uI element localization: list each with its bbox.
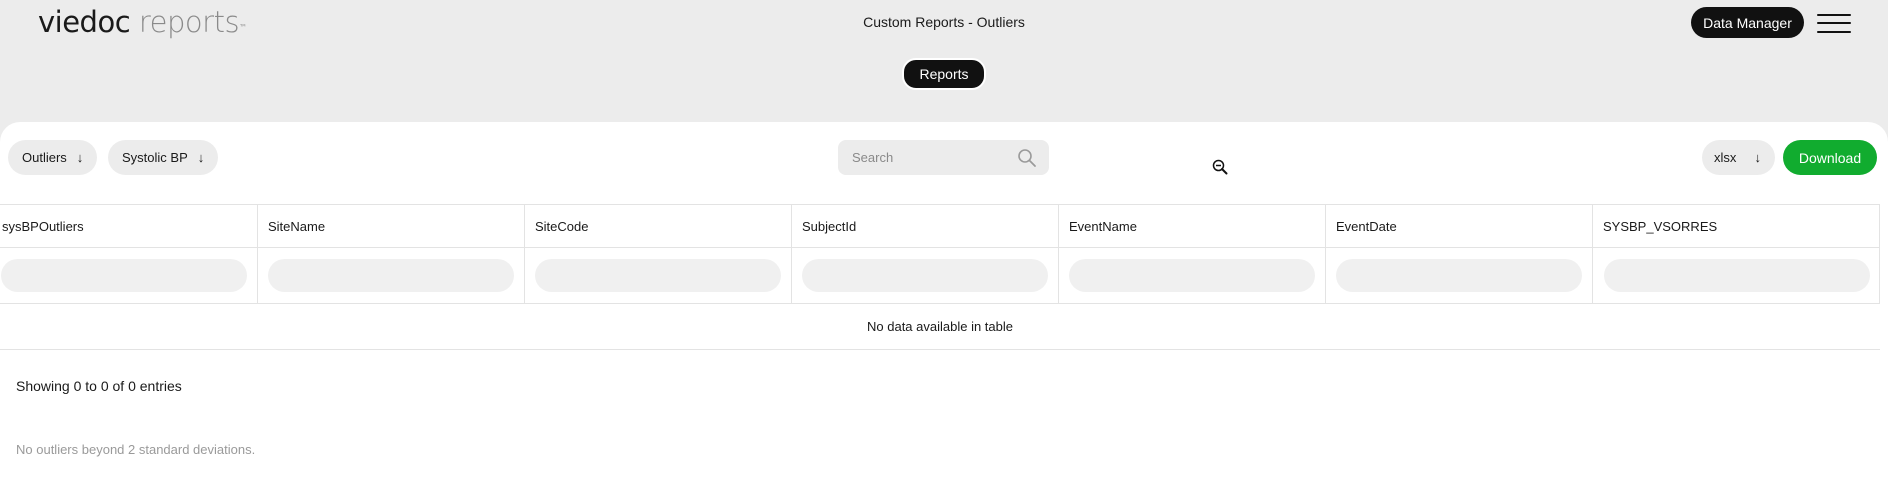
subjectid-filter-input[interactable] <box>802 259 1048 292</box>
search-box <box>838 140 1049 175</box>
search-icon[interactable] <box>1017 148 1037 168</box>
column-filter-row <box>0 248 1880 304</box>
zoom-out-cursor-icon <box>1212 159 1228 175</box>
hamburger-menu-icon[interactable] <box>1817 12 1851 34</box>
outliers-filter-dropdown[interactable]: Outliers ↓ <box>8 140 98 175</box>
table-info: Showing 0 to 0 of 0 entries <box>16 378 182 394</box>
filter-cell <box>1059 248 1326 303</box>
systolic-bp-filter-label: Systolic BP <box>122 150 188 165</box>
format-label: xlsx <box>1714 150 1737 165</box>
page-title: Custom Reports - Outliers <box>863 14 1025 30</box>
filter-cell <box>0 248 258 303</box>
data-manager-button[interactable]: Data Manager <box>1691 7 1804 38</box>
sitename-filter-input[interactable] <box>268 259 514 292</box>
download-button[interactable]: Download <box>1783 140 1877 175</box>
top-bar: viedoc reports™ Custom Reports - Outlier… <box>0 0 1888 122</box>
arrow-down-icon: ↓ <box>1754 150 1762 165</box>
column-header-sitename[interactable]: SiteName <box>258 205 525 247</box>
format-dropdown[interactable]: xlsx ↓ <box>1702 140 1775 175</box>
sysbp-vsorres-filter-input[interactable] <box>1604 259 1870 292</box>
column-header-sysbpoutliers[interactable]: sysBPOutliers <box>0 205 258 247</box>
outliers-note: No outliers beyond 2 standard deviations… <box>16 442 256 457</box>
reports-button[interactable]: Reports <box>902 58 986 90</box>
filter-cell <box>1593 248 1880 303</box>
systolic-bp-filter-dropdown[interactable]: Systolic BP ↓ <box>108 140 219 175</box>
eventdate-filter-input[interactable] <box>1336 259 1582 292</box>
filter-cell <box>792 248 1059 303</box>
eventname-filter-input[interactable] <box>1069 259 1315 292</box>
arrow-down-icon: ↓ <box>197 150 205 165</box>
empty-table-message: No data available in table <box>867 319 1013 334</box>
outliers-filter-label: Outliers <box>22 150 67 165</box>
column-header-eventname[interactable]: EventName <box>1059 205 1326 247</box>
filter-cell <box>1326 248 1593 303</box>
filter-cell <box>525 248 792 303</box>
search-input[interactable] <box>852 140 1012 175</box>
sysbpoutliers-filter-input[interactable] <box>1 259 247 292</box>
column-header-sitecode[interactable]: SiteCode <box>525 205 792 247</box>
arrow-down-icon: ↓ <box>76 150 84 165</box>
column-header-eventdate[interactable]: EventDate <box>1326 205 1593 247</box>
sitecode-filter-input[interactable] <box>535 259 781 292</box>
empty-table-row: No data available in table <box>0 304 1880 350</box>
table-header-row: sysBPOutliers SiteName SiteCode SubjectI… <box>0 204 1880 248</box>
filter-cell <box>258 248 525 303</box>
column-header-sysbp-vsorres[interactable]: SYSBP_VSORRES <box>1593 205 1880 247</box>
column-header-subjectid[interactable]: SubjectId <box>792 205 1059 247</box>
